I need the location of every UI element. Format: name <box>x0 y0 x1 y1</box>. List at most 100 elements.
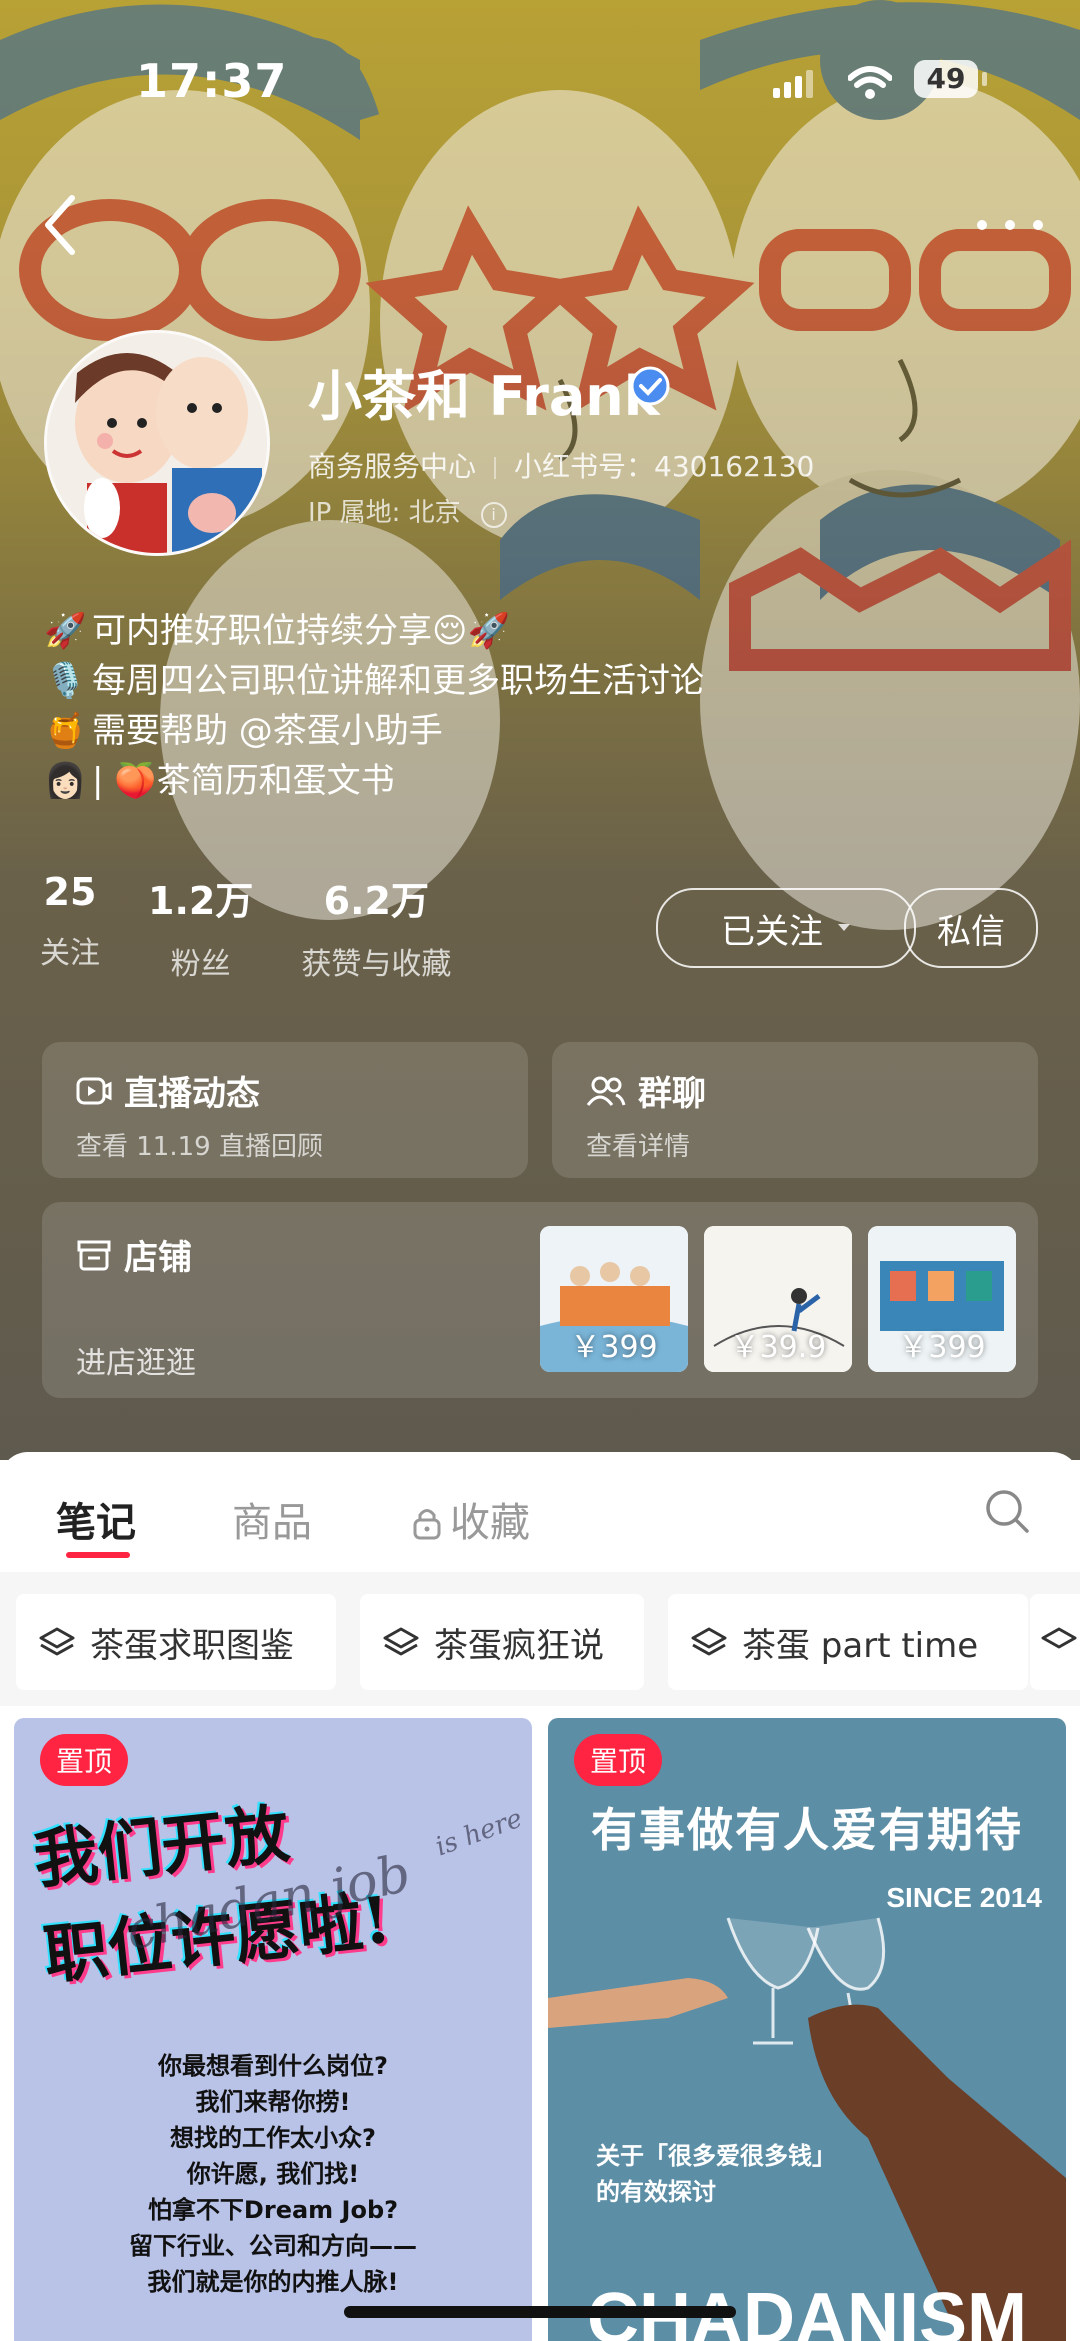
ip-location: IP 属地: 北京 <box>308 498 461 528</box>
shop-card[interactable]: 店铺 进店逛逛 ￥399 ￥39.9 ￥399 <box>42 1202 1038 1398</box>
profile-bio: 🚀 可内推好职位持续分享😌🚀 🎙️ 每周四公司职位讲解和更多职场生活讨论 🍯 需要帮助… <box>44 606 704 806</box>
product-price: ￥39.9 <box>729 1330 827 1365</box>
bio-text: 可内推好职位持续分享😌🚀 <box>92 611 510 651</box>
shop-card-title: 店铺 <box>76 1230 192 1279</box>
profile-red-id: 小红书号：430162130 <box>514 450 815 483</box>
note-caption-line: 关于「很多爱很多钱」 <box>596 2142 836 2170</box>
lock-icon <box>413 1509 441 1540</box>
bio-line: 🎙️ 每周四公司职位讲解和更多职场生活讨论 <box>44 656 704 706</box>
wifi-icon <box>848 66 892 99</box>
note-caption: 关于「很多爱很多钱」 的有效探讨 <box>596 2138 836 2210</box>
tab-favorites-label: 收藏 <box>450 1500 530 1546</box>
collection-chips: 茶蛋求职图鉴 茶蛋疯狂说 茶蛋 part time <box>0 1572 1080 1706</box>
tab-notes[interactable]: 笔记 <box>56 1490 136 1548</box>
status-time: 17:37 <box>136 54 288 108</box>
collection-chip-partial[interactable] <box>1030 1594 1080 1690</box>
shop-products: ￥399 ￥39.9 ￥399 <box>540 1226 1016 1372</box>
avatar-illustration <box>47 333 267 553</box>
microphone-icon: 🎙️ <box>44 661 87 701</box>
rocket-icon: 🚀 <box>44 611 87 651</box>
note-body-line: 想找的工作太小众? <box>170 2124 376 2152</box>
note-body: 你最想看到什么岗位? 我们来帮你捞! 想找的工作太小众? 你许愿, 我们找! 怕… <box>14 2048 532 2300</box>
more-options-icon[interactable] <box>970 200 1050 250</box>
group-chat-card[interactable]: 群聊 查看详情 <box>552 1042 1038 1178</box>
note-body-line: 你许愿, 我们找! <box>186 2160 360 2188</box>
group-title-text: 群聊 <box>638 1074 706 1114</box>
battery-tip <box>982 72 987 86</box>
note-card[interactable]: 置顶 有事做有人爱有期待 SINCE 2014 关于「很多爱很多钱」 的有效探讨… <box>548 1718 1066 2341</box>
collection-chip[interactable]: 茶蛋疯狂说 <box>360 1594 644 1690</box>
store-icon <box>77 1240 111 1270</box>
note-body-line: 我们来帮你捞! <box>195 2088 351 2116</box>
profile-category: 商务服务中心 <box>308 450 477 483</box>
note-card[interactable]: 置顶 我们开放 职位许愿啦! chadan job is here 你最想看到什… <box>14 1718 532 2341</box>
live-card-title: 直播动态 <box>76 1066 260 1115</box>
note-body-line: 我们就是你的内推人脉! <box>147 2268 399 2296</box>
home-indicator[interactable] <box>344 2306 736 2318</box>
search-icon[interactable] <box>984 1488 1030 1534</box>
collection-label: 茶蛋求职图鉴 <box>90 1625 294 1666</box>
live-card-sub: 查看 11.19 直播回顾 <box>76 1132 323 1162</box>
stat-followers[interactable]: 1.2万 粉丝 <box>148 870 253 983</box>
profile-name: 小茶和 Frank <box>308 365 660 428</box>
stat-number: 25 <box>43 870 97 914</box>
collection-label: 茶蛋 part time <box>742 1625 979 1666</box>
status-bar: 17:37 49 <box>0 40 1080 120</box>
stat-label: 获赞与收藏 <box>301 947 452 982</box>
product-thumb[interactable]: ￥39.9 <box>704 1226 852 1372</box>
stat-likes[interactable]: 6.2万 获赞与收藏 <box>301 870 451 983</box>
following-label: 已关注 <box>721 911 823 952</box>
live-video-icon <box>76 1077 112 1104</box>
collection-chip[interactable]: 茶蛋求职图鉴 <box>16 1594 336 1690</box>
tab-products[interactable]: 商品 <box>232 1490 312 1548</box>
note-caption-line: 的有效探讨 <box>596 2178 716 2206</box>
stat-number: 6.2万 <box>323 879 429 923</box>
bio-line: 🍯 需要帮助 @茶蛋小助手 <box>44 706 704 756</box>
profile-stats: 25 关注 1.2万 粉丝 6.2万 获赞与收藏 <box>40 870 499 983</box>
stat-label: 关注 <box>40 936 100 971</box>
tab-favorites[interactable]: 收藏 <box>412 1490 530 1548</box>
honey-pot-icon: 🍯 <box>44 711 87 751</box>
note-body-line: 留下行业、公司和方向—— <box>129 2232 417 2260</box>
battery-indicator: 49 <box>914 60 978 98</box>
toasting-glasses-illustration <box>548 1917 1066 2341</box>
bio-text[interactable]: 需要帮助 @茶蛋小助手 <box>92 706 443 756</box>
note-body-line: 你最想看到什么岗位? <box>158 2052 388 2080</box>
collection-chip[interactable]: 茶蛋 part time <box>668 1594 1028 1690</box>
profile-meta: 商务服务中心 小红书号：430162130 <box>308 445 814 485</box>
verified-badge-icon <box>630 366 670 406</box>
profile-ip: IP 属地: 北京 i <box>308 492 507 529</box>
info-icon[interactable]: i <box>480 502 507 528</box>
woman-icon: 👩🏻 <box>44 761 87 801</box>
cellular-signal-icon <box>773 70 813 98</box>
note-body-line: 怕拿不下Dream Job? <box>147 2196 399 2224</box>
product-thumb[interactable]: ￥399 <box>868 1226 1016 1372</box>
caret-down-icon <box>838 924 850 931</box>
pinned-badge: 置顶 <box>40 1734 129 1786</box>
layers-icon <box>39 1627 75 1656</box>
layers-icon <box>1041 1627 1077 1649</box>
stat-following[interactable]: 25 关注 <box>40 870 100 983</box>
product-price: ￥399 <box>898 1330 986 1365</box>
shop-title-text: 店铺 <box>124 1238 192 1278</box>
back-arrow-icon[interactable] <box>40 190 80 260</box>
group-users-icon <box>586 1076 626 1106</box>
bio-line: 👩🏻 | 🍑茶简历和蛋文书 <box>44 756 704 806</box>
product-thumb[interactable]: ￥399 <box>540 1226 688 1372</box>
bio-text: 每周四公司职位讲解和更多职场生活讨论 <box>92 661 704 701</box>
message-button[interactable]: 私信 <box>904 888 1038 968</box>
live-title-text: 直播动态 <box>124 1074 260 1114</box>
layers-icon <box>383 1627 419 1656</box>
shop-card-sub: 进店逛逛 <box>76 1346 196 1381</box>
tab-bar: 笔记 商品 收藏 <box>0 1452 1080 1573</box>
avatar[interactable] <box>44 330 270 556</box>
stat-number: 1.2万 <box>148 879 254 923</box>
live-card[interactable]: 直播动态 查看 11.19 直播回顾 <box>42 1042 528 1178</box>
content-panel: 笔记 商品 收藏 茶蛋求职图鉴 茶蛋疯狂说 茶蛋 part time 置顶 我们… <box>0 1452 1080 2341</box>
layers-icon <box>691 1627 727 1656</box>
stat-label: 粉丝 <box>170 947 231 982</box>
following-button[interactable]: 已关注 <box>656 888 916 968</box>
bio-text: | 🍑茶简历和蛋文书 <box>92 761 395 801</box>
collection-label: 茶蛋疯狂说 <box>434 1625 604 1666</box>
message-label: 私信 <box>937 911 1005 952</box>
